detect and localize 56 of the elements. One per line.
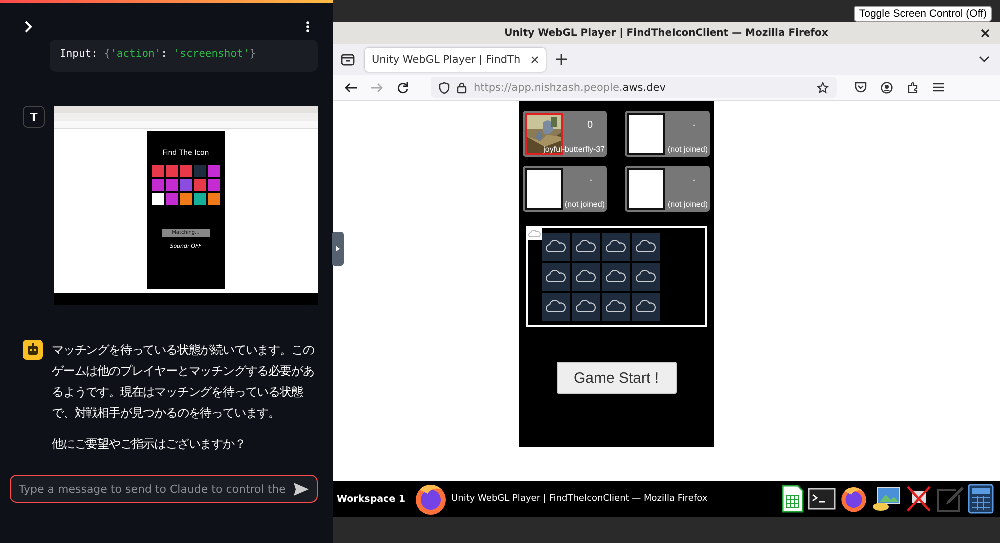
browser-tab[interactable]: Unity WebGL Player | FindTh [365,48,546,72]
code-block: Input: {'action': 'screenshot'} [50,40,318,72]
tab-overview-icon[interactable] [341,54,355,66]
tab-list-chevron-icon[interactable] [979,56,990,63]
cloud-tile[interactable] [572,232,600,260]
cloud-tile[interactable] [602,232,630,260]
menu-icon[interactable] [933,83,944,92]
robot-avatar-icon [23,340,43,360]
cloud-tile[interactable] [542,292,570,320]
cloud-tile[interactable] [602,292,630,320]
more-options-icon[interactable] [306,21,310,33]
bookmark-star-icon[interactable] [817,82,829,94]
new-tab-icon[interactable] [556,54,567,65]
send-icon[interactable] [294,482,309,496]
cloud-tile[interactable] [572,292,600,320]
player-score: - [590,175,593,186]
toggle-screen-control-button[interactable]: Toggle Screen Control (Off) [854,6,992,22]
player-name: (not joined) [564,200,605,209]
pocket-icon[interactable] [855,82,867,93]
chevron-icon[interactable] [25,21,33,33]
cloud-tile[interactable] [632,232,660,260]
player-name: (not joined) [668,145,708,154]
assistant-message: 他にご要望やご指示はございますか？ [52,436,247,453]
window-title: Unity WebGL Player | FindTheIconClient — Mozilla Firefox [504,28,828,38]
extensions-icon[interactable] [907,82,919,94]
back-icon[interactable] [345,82,357,92]
resize-handle[interactable] [332,232,344,266]
lock-icon[interactable] [457,82,467,94]
image-viewer-icon[interactable] [872,485,902,513]
player-name: (not joined) [668,200,708,209]
player-score: - [692,175,696,186]
pdf-crossed-icon[interactable] [906,485,932,513]
firefox-icon[interactable] [840,485,868,513]
workspace-label: Workspace 1 [337,494,406,504]
shield-icon[interactable] [439,82,450,94]
close-tab-icon[interactable] [530,56,539,64]
player-score: - [692,120,696,131]
account-icon[interactable] [881,82,893,94]
cloud-tile[interactable] [632,262,660,290]
game-start-button[interactable]: Game Start ! [556,362,676,394]
cloud-tile[interactable] [542,262,570,290]
cloud-tile[interactable] [602,262,630,290]
assistant-message: マッチングを待っている状態が続いています。このゲームは他のプレイヤーとマッチングする必要があるようです。現在はマッチングを待っている状態で、対戦相手が見つかるのを待っています。 [52,342,316,422]
user-avatar: T [23,106,45,128]
reload-icon[interactable] [397,82,409,94]
close-icon[interactable] [981,29,990,38]
taskbar-window-title[interactable]: Unity WebGL Player | FindTheIconClient — Mozilla Firefox [452,494,708,504]
calculator-icon[interactable] [968,484,994,514]
message-input[interactable]: Type a message to send to Claude to control the [10,475,318,503]
player-score: 0 [587,120,593,131]
terminal-icon[interactable] [808,488,836,510]
cloud-tile[interactable] [572,262,600,290]
firefox-icon[interactable] [414,482,448,516]
spreadsheet-icon[interactable] [782,485,804,513]
cloud-tile[interactable] [632,292,660,320]
cloud-tile[interactable] [542,232,570,260]
